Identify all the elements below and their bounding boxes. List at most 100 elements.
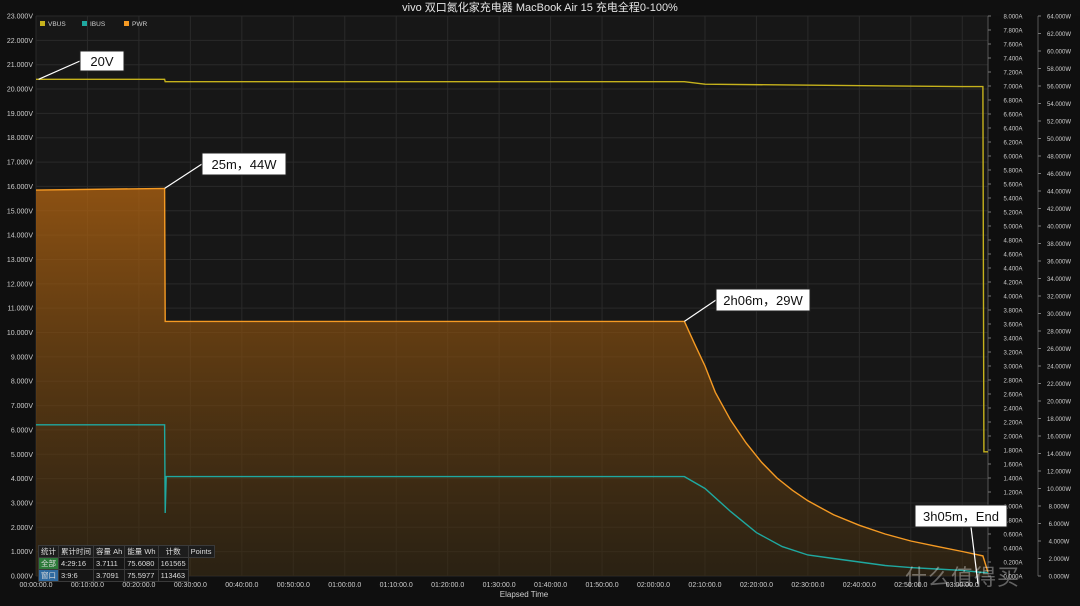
- y-left-tick-label: 7.000V: [11, 403, 34, 410]
- x-tick-label: 00:50:00.0: [277, 582, 310, 589]
- y-mid-tick-label: 7.600A: [1003, 43, 1022, 49]
- stats-table: 统计 累计时间 容量 Ah 能量 Wh 计数 Points 全部 4:29:16 3.7111…: [38, 545, 215, 582]
- y-mid-tick-label: 7.200A: [1003, 71, 1022, 77]
- y-mid-tick-label: 2.800A: [1003, 379, 1022, 385]
- y-right-tick-label: 52.000W: [1047, 120, 1071, 126]
- y-right-tick-label: 64.000W: [1047, 15, 1071, 21]
- x-tick-label: 01:10:00.0: [380, 582, 413, 589]
- y-left-tick-label: 3.000V: [11, 500, 34, 507]
- y-right-tick-label: 30.000W: [1047, 312, 1071, 318]
- x-tick-label: 01:30:00.0: [483, 582, 516, 589]
- stats-cell: 3.7091: [92, 569, 126, 582]
- y-mid-tick-label: 2.400A: [1003, 407, 1022, 413]
- legend-label: IBUS: [90, 21, 106, 28]
- y-left-tick-label: 20.000V: [7, 87, 33, 94]
- y-right-tick-label: 54.000W: [1047, 102, 1071, 108]
- middle-axis-current: 0.000A0.200A0.400A0.600A0.800A1.000A1.20…: [987, 15, 1023, 581]
- legend: VBUS IBUS PWR: [40, 21, 147, 28]
- y-left-tick-label: 13.000V: [7, 257, 33, 264]
- y-left-tick-label: 0.000V: [11, 574, 34, 581]
- stats-cell: 113463: [157, 569, 189, 582]
- y-mid-tick-label: 4.600A: [1003, 253, 1022, 259]
- y-mid-tick-label: 0.400A: [1003, 547, 1022, 553]
- y-mid-tick-label: 1.600A: [1003, 463, 1022, 469]
- x-axis-label: Elapsed Time: [500, 590, 549, 599]
- y-right-tick-label: 18.000W: [1047, 417, 1071, 423]
- x-tick-label: 02:20:00.0: [740, 582, 773, 589]
- y-left-tick-label: 11.000V: [7, 306, 33, 313]
- stats-row: 窗口 3:9:6 3.7091 75.5977 113463: [38, 569, 215, 582]
- y-right-tick-label: 4.000W: [1049, 540, 1070, 546]
- y-mid-tick-label: 7.000A: [1003, 85, 1022, 91]
- y-mid-tick-label: 7.400A: [1003, 57, 1022, 63]
- stats-header-cell: 能量 Wh: [124, 545, 159, 558]
- stats-cell: 75.5977: [124, 569, 159, 582]
- x-tick-label: 01:00:00.0: [328, 582, 361, 589]
- y-right-tick-label: 28.000W: [1047, 330, 1071, 336]
- y-right-tick-label: 10.000W: [1047, 487, 1071, 493]
- legend-swatch: [82, 21, 87, 26]
- stats-cell: 161565: [157, 557, 189, 570]
- y-mid-tick-label: 5.400A: [1003, 197, 1022, 203]
- y-left-tick-label: 15.000V: [7, 208, 33, 215]
- y-mid-tick-label: 1.400A: [1003, 477, 1022, 483]
- y-left-tick-label: 14.000V: [7, 233, 33, 240]
- stats-cell: 3:9:6: [58, 569, 94, 582]
- y-right-tick-label: 62.000W: [1047, 32, 1071, 38]
- annotation-text: 20V: [90, 54, 113, 69]
- annotation-text: 3h05m，End: [923, 509, 999, 524]
- x-tick-label: 01:40:00.0: [534, 582, 567, 589]
- stats-header-cell: Points: [187, 545, 215, 558]
- y-right-tick-label: 36.000W: [1047, 260, 1071, 266]
- y-right-tick-label: 34.000W: [1047, 277, 1071, 283]
- chart-window: vivo 双口氮化家充电器 MacBook Air 15 充电全程0-100% …: [0, 0, 1080, 606]
- y-right-tick-label: 40.000W: [1047, 225, 1071, 231]
- annotation-text: 2h06m，29W: [723, 293, 803, 308]
- y-mid-tick-label: 4.800A: [1003, 239, 1022, 245]
- y-right-tick-label: 32.000W: [1047, 295, 1071, 301]
- y-mid-tick-label: 2.200A: [1003, 421, 1022, 427]
- y-mid-tick-label: 5.800A: [1003, 169, 1022, 175]
- y-right-tick-label: 46.000W: [1047, 172, 1071, 178]
- y-left-tick-label: 1.000V: [11, 549, 34, 556]
- y-mid-tick-label: 3.200A: [1003, 351, 1022, 357]
- y-right-tick-label: 50.000W: [1047, 137, 1071, 143]
- y-left-tick-label: 9.000V: [11, 354, 34, 361]
- y-mid-tick-label: 3.600A: [1003, 323, 1022, 329]
- y-right-tick-label: 8.000W: [1049, 505, 1070, 511]
- y-mid-tick-label: 5.600A: [1003, 183, 1022, 189]
- y-mid-tick-label: 6.000A: [1003, 155, 1022, 161]
- y-mid-tick-label: 2.600A: [1003, 393, 1022, 399]
- x-tick-label: 01:50:00.0: [586, 582, 619, 589]
- stats-header-row: 统计 累计时间 容量 Ah 能量 Wh 计数 Points: [38, 545, 215, 558]
- y-mid-tick-label: 2.000A: [1003, 435, 1022, 441]
- y-left-tick-label: 10.000V: [7, 330, 33, 337]
- y-left-tick-label: 18.000V: [7, 135, 33, 142]
- y-right-tick-label: 38.000W: [1047, 242, 1071, 248]
- y-right-tick-label: 22.000W: [1047, 382, 1071, 388]
- y-right-tick-label: 42.000W: [1047, 207, 1071, 213]
- y-right-tick-label: 44.000W: [1047, 190, 1071, 196]
- stats-header-cell: 累计时间: [58, 545, 94, 558]
- legend-label: PWR: [132, 21, 147, 28]
- x-tick-label: 01:20:00.0: [431, 582, 464, 589]
- y-mid-tick-label: 4.200A: [1003, 281, 1022, 287]
- y-right-tick-label: 12.000W: [1047, 470, 1071, 476]
- chart-svg: 0.000V 1.000V 2.000V 3.000V 4.000V 5.000V 6.00…: [7, 14, 1071, 600]
- y-mid-tick-label: 6.600A: [1003, 113, 1022, 119]
- y-mid-tick-label: 3.000A: [1003, 365, 1022, 371]
- y-left-tick-label: 8.000V: [11, 379, 34, 386]
- y-left-tick-label: 2.000V: [11, 525, 34, 532]
- y-left-tick-label: 6.000V: [11, 427, 34, 434]
- y-mid-tick-label: 3.400A: [1003, 337, 1022, 343]
- y-left-tick-label: 21.000V: [7, 62, 33, 69]
- y-mid-tick-label: 8.000A: [1003, 15, 1022, 21]
- x-tick-label: 00:30:00.0: [174, 582, 207, 589]
- y-mid-tick-label: 0.600A: [1003, 533, 1022, 539]
- legend-swatch: [40, 21, 45, 26]
- y-left-tick-label: 23.000V: [7, 14, 33, 21]
- y-right-tick-label: 14.000W: [1047, 452, 1071, 458]
- y-mid-tick-label: 5.200A: [1003, 211, 1022, 217]
- y-right-tick-label: 48.000W: [1047, 155, 1071, 161]
- stats-row: 全部 4:29:16 3.7111 75.6080 161565: [38, 557, 215, 570]
